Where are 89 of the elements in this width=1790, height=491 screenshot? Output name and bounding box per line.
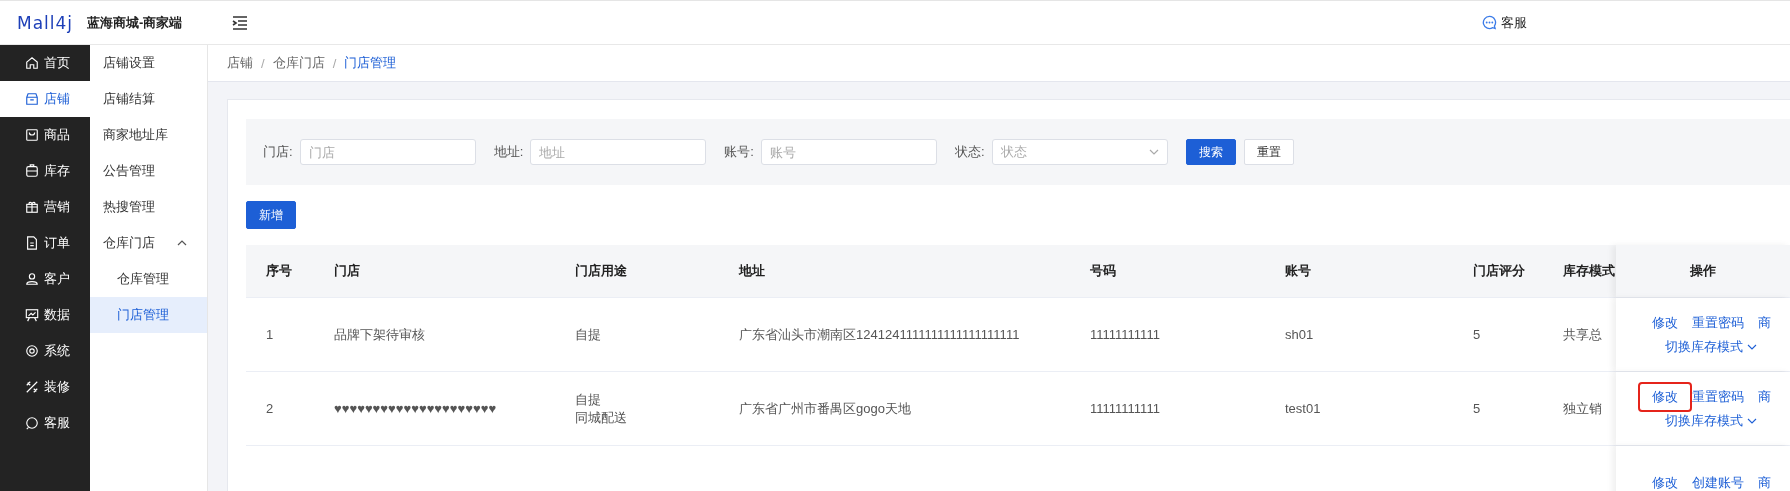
sidebar-item[interactable]: 营销 [0, 189, 90, 225]
breadcrumb-link[interactable]: 店铺 [227, 54, 253, 72]
table-cell: 11111111111 [1090, 401, 1160, 416]
field-label: 状态: [954, 143, 985, 161]
action-link[interactable]: 重置密码 [1691, 387, 1744, 406]
sidebar-item[interactable]: 订单 [0, 225, 90, 261]
user-icon [25, 272, 39, 286]
column-header: 号码 [1089, 262, 1117, 280]
chart-icon [25, 308, 39, 322]
column-header: 库存模式 [1562, 262, 1616, 280]
breadcrumb-link[interactable]: 仓库门店 [272, 54, 325, 72]
field-label: 地址: [493, 143, 524, 161]
sidebar-item[interactable]: 店铺 [0, 81, 90, 117]
action-link[interactable]: 商 [1757, 313, 1771, 332]
table-cell: ♥♥♥♥♥♥♥♥♥♥♥♥♥♥♥♥♥♥♥♥♥ [334, 401, 497, 416]
table-cell: 广东省广州市番禺区gogo天地 [739, 400, 911, 416]
document-icon [25, 236, 39, 250]
input-field[interactable]: 门店 [299, 139, 476, 165]
action-link[interactable]: 修改 [1651, 313, 1678, 332]
field-label: 账号: [724, 143, 754, 161]
box-icon [25, 128, 39, 142]
logo: Mall4j [17, 12, 74, 33]
input-field[interactable]: 账号 [760, 139, 937, 165]
table-cell: 品牌下架待审核 [334, 326, 425, 342]
breadcrumb-separator: / [332, 55, 337, 71]
sidebar-item[interactable]: 首页 [0, 45, 90, 81]
table-cell: 1 [266, 327, 274, 342]
briefcase-icon [25, 164, 39, 178]
column-header: 序号 [265, 262, 293, 280]
tools-icon [25, 380, 39, 394]
submenu-item[interactable]: 仓库门店 [90, 225, 207, 261]
submenu-item[interactable]: 公告管理 [90, 153, 207, 189]
table-cell: 11111111111 [1090, 327, 1160, 342]
table-cell: 2 [266, 401, 274, 416]
home-icon [25, 56, 39, 70]
action-link[interactable]: 商 [1757, 387, 1771, 406]
column-header: 门店用途 [574, 262, 628, 280]
table-cell: 共享总 [1563, 326, 1602, 342]
table-cell: 5 [1473, 401, 1481, 416]
column-header: 账号 [1284, 262, 1312, 280]
table-cell: 5 [1473, 327, 1481, 342]
sidebar-item[interactable]: 系统 [0, 333, 90, 369]
action-link[interactable]: 修改 [1639, 383, 1690, 410]
table-cell-text: 自提 [575, 325, 602, 344]
table-cell: 广东省汕头市潮南区1241241111111111111111111 [739, 326, 1020, 342]
dropdown-link[interactable]: 切换库存模式 [1665, 337, 1757, 356]
sidebar-item[interactable]: 客服 [0, 405, 90, 441]
submenu-item[interactable]: 店铺结算 [90, 81, 207, 117]
column-header: 门店 [333, 262, 361, 280]
column-header: 地址 [737, 262, 766, 280]
settings-icon [25, 344, 39, 358]
action-link[interactable]: 重置密码 [1691, 313, 1744, 332]
chevron-down-icon [1148, 149, 1159, 155]
submenu-item[interactable]: 门店管理 [90, 297, 207, 333]
chevron-down-icon [1747, 343, 1757, 350]
column-header: 门店评分 [1472, 262, 1526, 280]
sidebar-item[interactable]: 客户 [0, 261, 90, 297]
menu-icon[interactable] [232, 15, 249, 30]
submenu-item[interactable]: 热搜管理 [90, 189, 207, 225]
table-cell-text: 自提 同城配送 [575, 390, 628, 427]
reset-button[interactable]: 重置 [1243, 139, 1294, 165]
table-cell: 独立销 [1563, 400, 1602, 416]
sidebar-item[interactable]: 库存 [0, 153, 90, 189]
chat-icon [1482, 15, 1497, 30]
field-label: 门店: [263, 143, 293, 161]
action-link[interactable]: 创建账号 [1691, 473, 1744, 491]
app-title: 蓝海商城-商家端 [87, 13, 183, 32]
submenu-item[interactable]: 仓库管理 [90, 261, 207, 297]
sidebar-item[interactable]: 装修 [0, 369, 90, 405]
add-button[interactable]: 新增 [246, 201, 296, 229]
caret-icon [177, 240, 187, 246]
column-header: 操作 [1616, 245, 1790, 297]
action-link[interactable]: 商 [1757, 473, 1771, 491]
customer-service-link[interactable]: 客服 [1482, 13, 1527, 32]
chat-icon [25, 416, 39, 430]
sidebar-item[interactable]: 数据 [0, 297, 90, 333]
sidebar-item[interactable]: 商品 [0, 117, 90, 153]
submenu-item[interactable]: 店铺设置 [90, 45, 207, 81]
gift-icon [25, 200, 39, 214]
input-field[interactable]: 地址 [530, 139, 707, 165]
table-cell: sh01 [1285, 327, 1314, 342]
breadcrumb-separator: / [261, 55, 265, 71]
shop-icon [25, 92, 39, 106]
action-link[interactable]: 修改 [1651, 473, 1678, 491]
dropdown-link[interactable]: 切换库存模式 [1665, 411, 1757, 430]
chevron-down-icon [1747, 417, 1757, 424]
search-button[interactable]: 搜索 [1185, 139, 1236, 165]
table-cell: test01 [1285, 401, 1321, 416]
submenu-item[interactable]: 商家地址库 [90, 117, 207, 153]
